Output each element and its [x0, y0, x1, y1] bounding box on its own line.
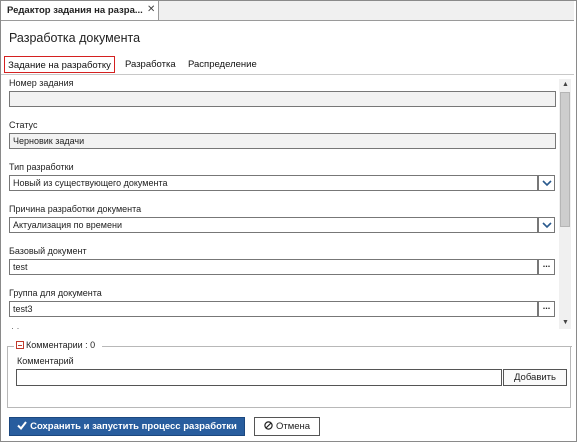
reason-dropdown-button[interactable]: [538, 217, 555, 233]
save-and-start-label: Сохранить и запустить процесс разработки: [30, 421, 237, 432]
dev-type-dropdown-button[interactable]: [538, 175, 555, 191]
group-label: Группа для документа: [9, 288, 102, 298]
clipped-content-marker: · ·: [11, 323, 20, 333]
document-tab-title: Редактор задания на разра...: [7, 5, 143, 16]
cancel-icon: [264, 421, 273, 430]
chevron-down-icon: [542, 180, 552, 187]
scrollbar-thumb[interactable]: [560, 92, 570, 227]
scroll-up-icon[interactable]: ▲: [562, 81, 569, 89]
document-tab[interactable]: Редактор задания на разра... ✕: [1, 1, 159, 20]
tab-task[interactable]: Задание на разработку: [4, 56, 115, 73]
status-field: Черновик задачи: [9, 133, 556, 149]
scroll-down-icon[interactable]: ▼: [562, 319, 569, 327]
task-number-field[interactable]: [9, 91, 556, 107]
form-scrollbar[interactable]: ▲ ▼: [559, 79, 571, 329]
tab-separator: [1, 74, 574, 75]
tab-development[interactable]: Разработка: [125, 56, 176, 73]
base-doc-lookup-button[interactable]: ...: [538, 259, 555, 275]
cancel-button[interactable]: Отмена: [254, 417, 320, 436]
check-icon: [17, 421, 27, 431]
save-and-start-button[interactable]: Сохранить и запустить процесс разработки: [9, 417, 245, 436]
collapse-icon[interactable]: [16, 341, 24, 349]
chevron-down-icon: [542, 222, 552, 229]
comment-input[interactable]: [16, 369, 502, 386]
tab-distribution[interactable]: Распределение: [188, 56, 257, 73]
group-lookup-button[interactable]: ...: [538, 301, 555, 317]
base-doc-label: Базовый документ: [9, 246, 87, 256]
comments-legend[interactable]: Комментарии : 0: [14, 340, 98, 350]
dev-type-label: Тип разработки: [9, 162, 74, 172]
close-icon[interactable]: ✕: [147, 4, 155, 15]
comments-legend-text: Комментарии : 0: [26, 340, 96, 350]
group-field[interactable]: test3: [9, 301, 538, 317]
comment-label: Комментарий: [17, 356, 74, 366]
reason-label: Причина разработки документа: [9, 204, 142, 214]
base-doc-field[interactable]: test: [9, 259, 538, 275]
reason-select[interactable]: Актуализация по времени: [9, 217, 538, 233]
document-tab-strip: Редактор задания на разра... ✕: [1, 1, 574, 21]
page-title: Разработка документа: [9, 31, 141, 45]
dev-type-select[interactable]: Новый из существующего документа: [9, 175, 538, 191]
cancel-label: Отмена: [275, 421, 311, 432]
task-number-label: Номер задания: [9, 78, 74, 88]
status-label: Статус: [9, 120, 38, 130]
add-comment-button[interactable]: Добавить: [503, 369, 567, 386]
